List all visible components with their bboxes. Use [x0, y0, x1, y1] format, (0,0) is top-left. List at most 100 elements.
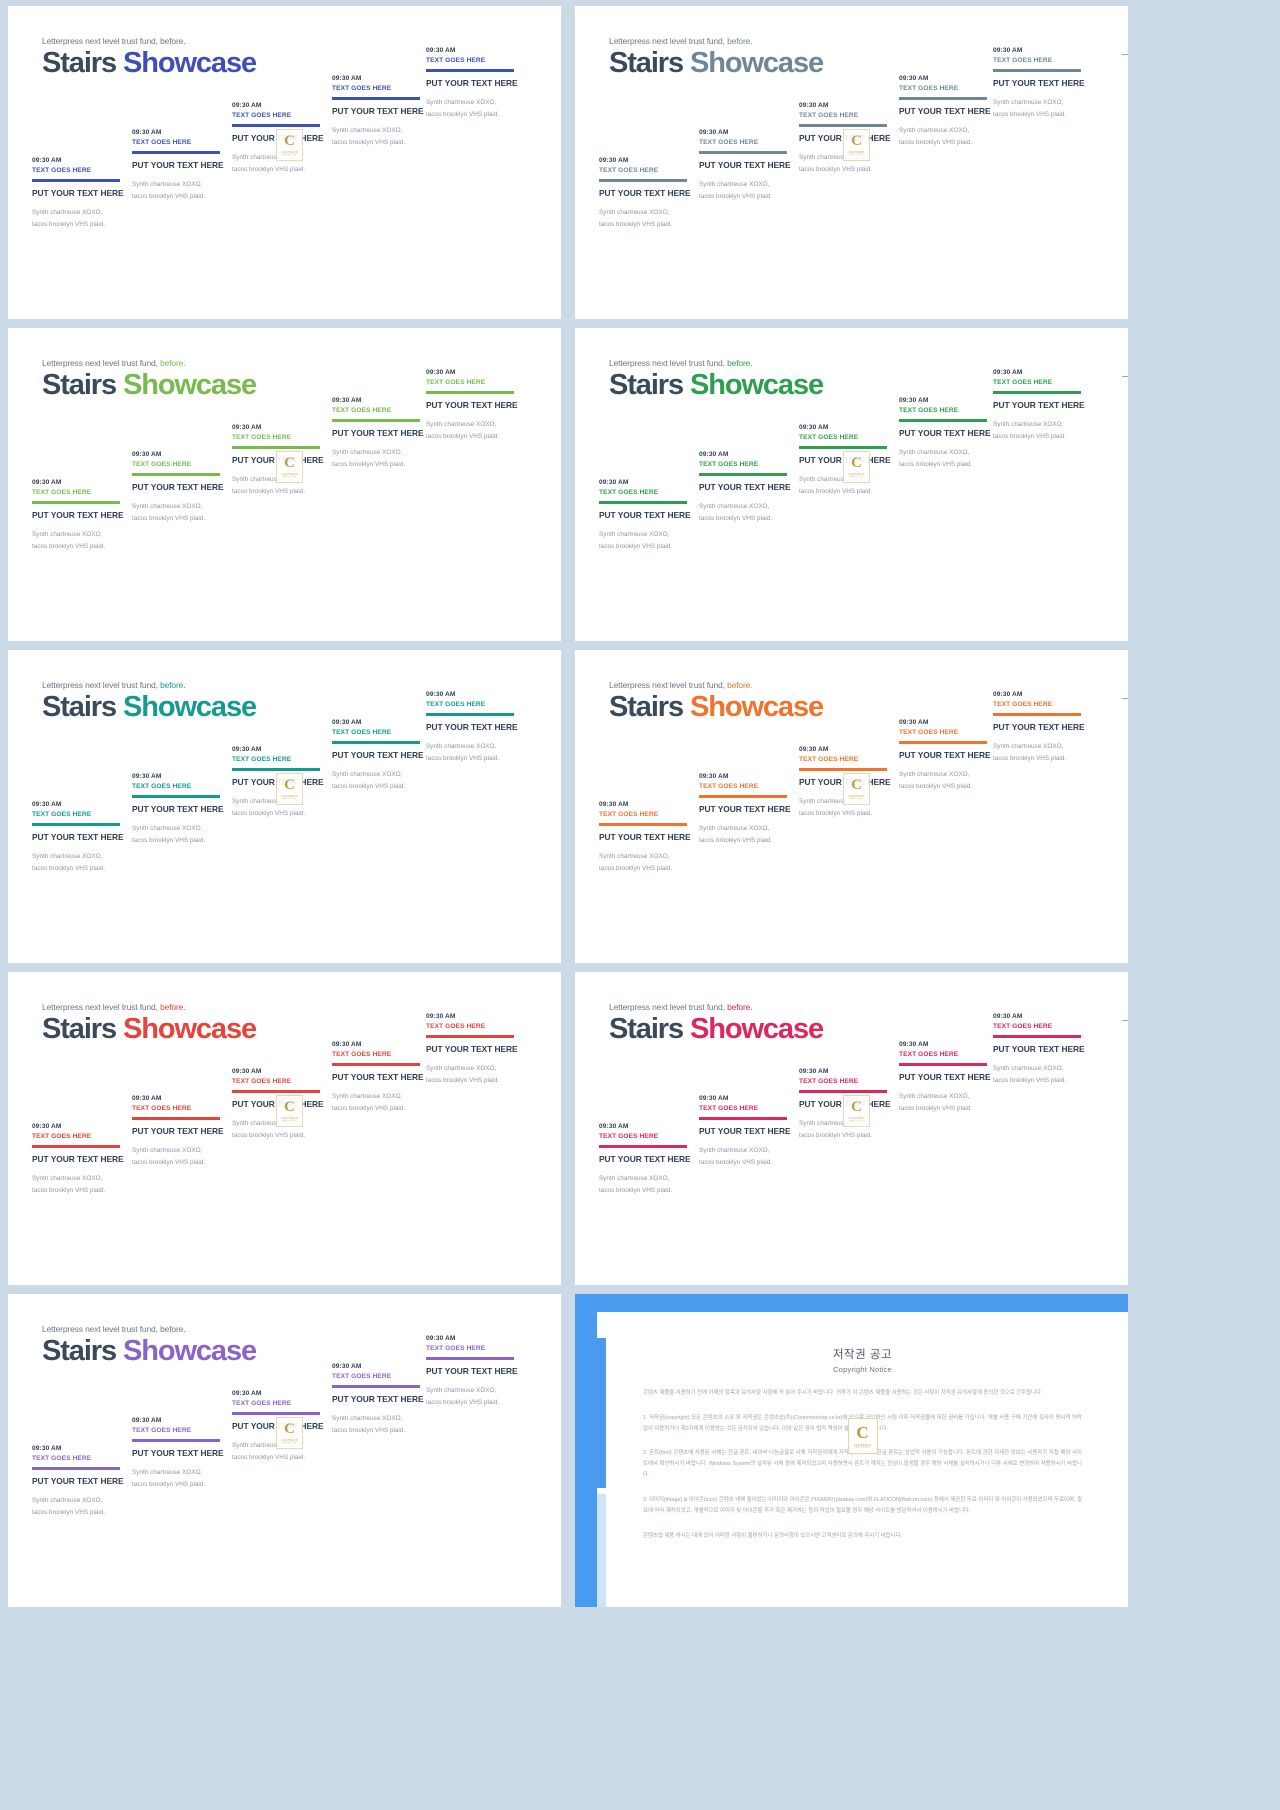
slide-slate[interactable]: Letterpress next level trust fund, befor…	[575, 6, 1128, 319]
slide-red[interactable]: Letterpress next level trust fund, befor…	[8, 972, 561, 1285]
step-body-line-1: Synth chartreuse XOXO,	[32, 1497, 103, 1505]
timeline-step-1[interactable]: 09:30 AM TEXT GOES HERE PUT YOUR TEXT HE…	[32, 1122, 136, 1197]
step-time: 09:30 AM	[426, 691, 456, 698]
timeline-step-2[interactable]: 09:30 AM TEXT GOES HERE PUT YOUR TEXT HE…	[699, 450, 803, 525]
slide-purple[interactable]: Letterpress next level trust fund, befor…	[8, 1294, 561, 1607]
stairs-timeline: 09:30 AM TEXT GOES HERE PUT YOUR TEXT HE…	[8, 6, 561, 319]
timeline-step-4[interactable]: 09:30 AM TEXT GOES HERE PUT YOUR TEXT HE…	[332, 718, 436, 793]
timeline-step-2[interactable]: 09:30 AM TEXT GOES HERE PUT YOUR TEXT HE…	[132, 1416, 236, 1491]
step-rule	[232, 1412, 320, 1415]
stairs-timeline: 09:30 AM TEXT GOES HERE PUT YOUR TEXT HE…	[8, 328, 561, 641]
step-heading: PUT YOUR TEXT HERE	[993, 399, 1085, 410]
step-rule	[32, 179, 120, 182]
timeline-step-1[interactable]: 09:30 AM TEXT GOES HERE PUT YOUR TEXT HE…	[32, 800, 136, 875]
step-body-line-2: tacos brooklyn VHS plaid.	[332, 1426, 406, 1434]
slide-lime[interactable]: Letterpress next level trust fund, befor…	[8, 328, 561, 641]
contents-watermark-logo: C CONTENTS MALL.COM	[276, 773, 303, 805]
step-subtitle: TEXT GOES HERE	[993, 56, 1053, 64]
step-body-line-2: tacos brooklyn VHS plaid.	[699, 836, 773, 844]
timeline-step-5[interactable]: 09:30 AM TEXT GOES HERE PUT YOUR TEXT HE…	[993, 1012, 1097, 1087]
step-body: Synth chartreuse XOXO, tacos brooklyn VH…	[699, 1145, 803, 1169]
timeline-step-1[interactable]: 09:30 AM TEXT GOES HERE PUT YOUR TEXT HE…	[599, 800, 703, 875]
timeline-step-5[interactable]: 09:30 AM TEXT GOES HERE PUT YOUR TEXT HE…	[993, 46, 1097, 121]
step-subtitle: TEXT GOES HERE	[232, 433, 292, 441]
slide-indigo[interactable]: Letterpress next level trust fund, befor…	[8, 6, 561, 319]
step-body-line-2: tacos brooklyn VHS plaid.	[899, 782, 973, 790]
copyright-title-ko: 저작권 공고	[832, 1349, 893, 1361]
watermark-letter: C	[284, 455, 295, 472]
step-time: 09:30 AM	[332, 75, 362, 82]
timeline-step-1[interactable]: 09:30 AM TEXT GOES HERE PUT YOUR TEXT HE…	[599, 156, 703, 231]
copyright-notice-slide[interactable]: 저작권 공고 Copyright Notice 콘텐츠 제품을 사용하기 전에 …	[575, 1294, 1128, 1607]
step-time: 09:30 AM	[993, 369, 1023, 376]
timeline-step-4[interactable]: 09:30 AM TEXT GOES HERE PUT YOUR TEXT HE…	[899, 718, 1003, 793]
slide-teal[interactable]: Letterpress next level trust fund, befor…	[8, 650, 561, 963]
timeline-step-2[interactable]: 09:30 AM TEXT GOES HERE PUT YOUR TEXT HE…	[132, 450, 236, 525]
timeline-step-4[interactable]: 09:30 AM TEXT GOES HERE PUT YOUR TEXT HE…	[899, 74, 1003, 149]
step-body-line-2: tacos brooklyn VHS plaid.	[332, 1104, 406, 1112]
step-subtitle: TEXT GOES HERE	[132, 1104, 192, 1112]
step-body-line-2: tacos brooklyn VHS plaid.	[799, 809, 873, 817]
timeline-step-2[interactable]: 09:30 AM TEXT GOES HERE PUT YOUR TEXT HE…	[699, 1094, 803, 1169]
slide-crimson[interactable]: Letterpress next level trust fund, befor…	[575, 972, 1128, 1285]
step-heading: PUT YOUR TEXT HERE	[332, 105, 424, 116]
step-body-line-2: tacos brooklyn VHS plaid.	[699, 192, 773, 200]
timeline-step-1[interactable]: 09:30 AM TEXT GOES HERE PUT YOUR TEXT HE…	[32, 156, 136, 231]
step-body: Synth chartreuse XOXO, tacos brooklyn VH…	[132, 179, 236, 203]
timeline-step-5[interactable]: 09:30 AM TEXT GOES HERE PUT YOUR TEXT HE…	[993, 368, 1097, 443]
step-body-line-2: tacos brooklyn VHS plaid.	[599, 220, 673, 228]
step-time: 09:30 AM	[699, 1095, 729, 1102]
step-body-line-2: tacos brooklyn VHS plaid.	[993, 754, 1067, 762]
step-time: 09:30 AM	[899, 75, 929, 82]
timeline-step-4[interactable]: 09:30 AM TEXT GOES HERE PUT YOUR TEXT HE…	[899, 1040, 1003, 1115]
step-body-line-2: tacos brooklyn VHS plaid.	[599, 542, 673, 550]
step-heading: PUT YOUR TEXT HERE	[899, 427, 991, 438]
timeline-step-1[interactable]: 09:30 AM TEXT GOES HERE PUT YOUR TEXT HE…	[599, 478, 703, 553]
step-rule	[426, 1035, 514, 1038]
timeline-step-5[interactable]: 09:30 AM TEXT GOES HERE PUT YOUR TEXT HE…	[426, 46, 530, 121]
step-rule	[993, 391, 1081, 394]
timeline-step-5[interactable]: 09:30 AM TEXT GOES HERE PUT YOUR TEXT HE…	[426, 1334, 530, 1409]
step-time: 09:30 AM	[132, 1417, 162, 1424]
step-time: 09:30 AM	[332, 397, 362, 404]
step-time: 09:30 AM	[332, 719, 362, 726]
timeline-step-2[interactable]: 09:30 AM TEXT GOES HERE PUT YOUR TEXT HE…	[699, 128, 803, 203]
stairs-timeline: 09:30 AM TEXT GOES HERE PUT YOUR TEXT HE…	[575, 328, 1128, 641]
timeline-step-1[interactable]: 09:30 AM TEXT GOES HERE PUT YOUR TEXT HE…	[32, 1444, 136, 1519]
step-rule	[899, 419, 987, 422]
step-heading: PUT YOUR TEXT HERE	[699, 481, 791, 492]
step-rule	[899, 1063, 987, 1066]
timeline-step-2[interactable]: 09:30 AM TEXT GOES HERE PUT YOUR TEXT HE…	[132, 1094, 236, 1169]
step-heading: PUT YOUR TEXT HERE	[599, 831, 691, 842]
slide-green[interactable]: Letterpress next level trust fund, befor…	[575, 328, 1128, 641]
step-rule	[332, 419, 420, 422]
step-time: 09:30 AM	[799, 102, 829, 109]
blue-accent-bar-light	[597, 1494, 606, 1607]
timeline-step-4[interactable]: 09:30 AM TEXT GOES HERE PUT YOUR TEXT HE…	[332, 74, 436, 149]
step-body: Synth chartreuse XOXO, tacos brooklyn VH…	[132, 1467, 236, 1491]
timeline-step-2[interactable]: 09:30 AM TEXT GOES HERE PUT YOUR TEXT HE…	[699, 772, 803, 847]
timeline-step-2[interactable]: 09:30 AM TEXT GOES HERE PUT YOUR TEXT HE…	[132, 772, 236, 847]
timeline-step-4[interactable]: 09:30 AM TEXT GOES HERE PUT YOUR TEXT HE…	[332, 396, 436, 471]
timeline-step-1[interactable]: 09:30 AM TEXT GOES HERE PUT YOUR TEXT HE…	[599, 1122, 703, 1197]
timeline-step-5[interactable]: 09:30 AM TEXT GOES HERE PUT YOUR TEXT HE…	[426, 1012, 530, 1087]
step-rule	[232, 768, 320, 771]
timeline-step-1[interactable]: 09:30 AM TEXT GOES HERE PUT YOUR TEXT HE…	[32, 478, 136, 553]
step-time: 09:30 AM	[332, 1041, 362, 1048]
slide-orange[interactable]: Letterpress next level trust fund, befor…	[575, 650, 1128, 963]
timeline-step-4[interactable]: 09:30 AM TEXT GOES HERE PUT YOUR TEXT HE…	[332, 1362, 436, 1437]
step-body-line-1: Synth chartreuse XOXO,	[993, 1065, 1064, 1073]
step-body-line-2: tacos brooklyn VHS plaid.	[599, 1186, 673, 1194]
step-subtitle: TEXT GOES HERE	[132, 138, 192, 146]
timeline-step-4[interactable]: 09:30 AM TEXT GOES HERE PUT YOUR TEXT HE…	[899, 396, 1003, 471]
step-body: Synth chartreuse XOXO, tacos brooklyn VH…	[332, 125, 436, 149]
timeline-step-5[interactable]: 09:30 AM TEXT GOES HERE PUT YOUR TEXT HE…	[993, 690, 1097, 765]
timeline-step-2[interactable]: 09:30 AM TEXT GOES HERE PUT YOUR TEXT HE…	[132, 128, 236, 203]
step-body-line-1: Synth chartreuse XOXO,	[599, 853, 670, 861]
timeline-step-5[interactable]: 09:30 AM TEXT GOES HERE PUT YOUR TEXT HE…	[426, 690, 530, 765]
step-heading: PUT YOUR TEXT HERE	[426, 1043, 518, 1054]
step-body-line-1: Synth chartreuse XOXO,	[132, 181, 203, 189]
step-time: 09:30 AM	[599, 801, 629, 808]
timeline-step-5[interactable]: 09:30 AM TEXT GOES HERE PUT YOUR TEXT HE…	[426, 368, 530, 443]
timeline-step-4[interactable]: 09:30 AM TEXT GOES HERE PUT YOUR TEXT HE…	[332, 1040, 436, 1115]
